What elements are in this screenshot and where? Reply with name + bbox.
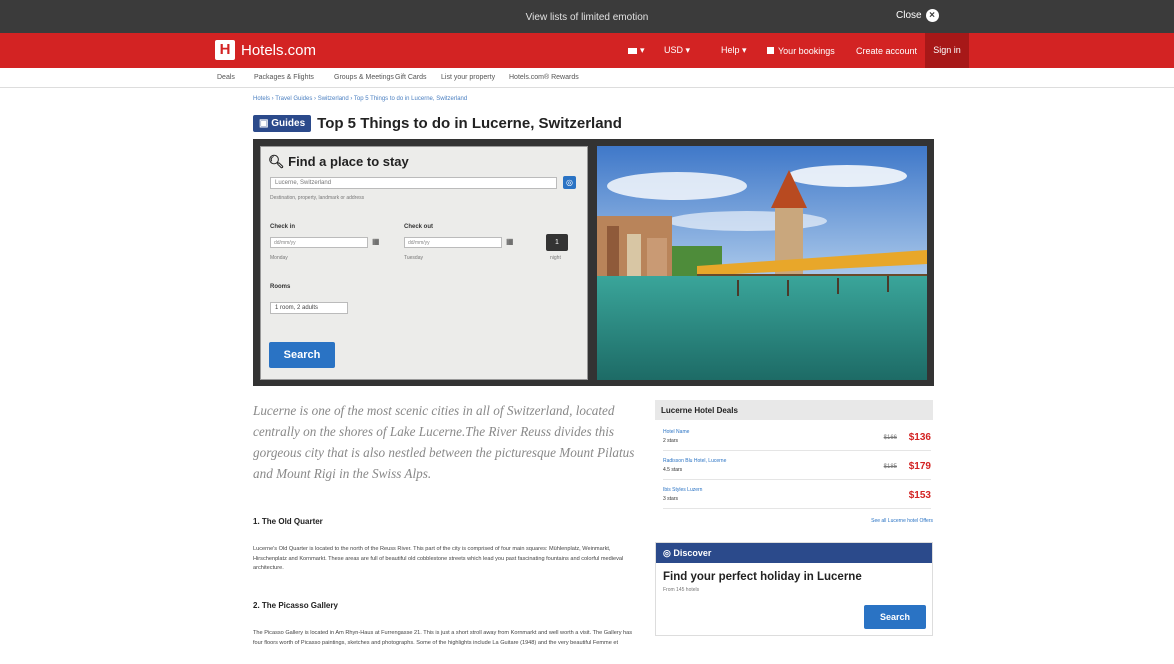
- section-paragraph: The Picasso Gallery is located in Am Rhy…: [253, 630, 633, 646]
- deal-hotel-name[interactable]: Radisson Blu Hotel, Lucerne: [663, 458, 726, 464]
- bookings-link[interactable]: Your bookings: [767, 33, 835, 68]
- discover-heading: Find your perfect holiday in Lucerne: [663, 571, 862, 583]
- flag-chevron: ▾: [640, 45, 645, 55]
- deal-hotel-name[interactable]: Ibis Styles Luzern: [663, 487, 702, 493]
- article-intro: Lucerne is one of the most scenic cities…: [253, 403, 635, 481]
- rooms-select[interactable]: 1 room, 2 adults: [270, 302, 348, 314]
- logo-text: Hotels.com: [241, 41, 317, 59]
- discover-search-button[interactable]: Search: [864, 605, 926, 629]
- deal-stars: 2 stars: [663, 438, 679, 444]
- site-header: H Hotels.com ▾ USD ▾ Help ▾ Your bookings…: [0, 33, 1174, 68]
- discover-title: Discover: [673, 548, 712, 558]
- deal-item[interactable]: Radisson Blu Hotel, Lucerne 4.5 stars $1…: [663, 455, 931, 480]
- subnav-groups[interactable]: Groups & Meetings: [334, 74, 394, 81]
- language-menu[interactable]: ▾: [628, 33, 645, 68]
- search-icon: ◎: [663, 548, 674, 558]
- create-account-label: Create account: [856, 45, 918, 56]
- checkout-label: Check out: [404, 224, 434, 230]
- section-paragraph: Lucerne's Old Quarter is located to the …: [253, 546, 624, 572]
- create-account-link[interactable]: Create account: [856, 33, 917, 68]
- promo-bar: View lists of limited emotion Close ×: [0, 0, 1174, 33]
- subnav-rewards[interactable]: Hotels.com® Rewards: [509, 74, 579, 81]
- checkin-label: Check in: [270, 224, 296, 230]
- search-title: 🔍︎ Find a place to stay: [268, 154, 409, 170]
- hotels-logo[interactable]: H Hotels.com: [215, 40, 316, 60]
- discover-panel: ◎ Discover Find your perfect holiday in …: [655, 542, 933, 636]
- help-label: Help ▾: [721, 45, 747, 55]
- destination-input[interactable]: Lucerne, Switzerland: [270, 177, 557, 189]
- section-heading: 1. The Old Quarter: [253, 517, 323, 526]
- close-icon: ×: [925, 9, 939, 22]
- deal-stars: 4.5 stars: [663, 467, 683, 473]
- nights-label: night: [550, 255, 561, 261]
- search-button[interactable]: Search: [269, 342, 335, 368]
- guides-label: Guides: [271, 118, 306, 129]
- deal-hotel-name[interactable]: Hotel Name: [663, 429, 689, 435]
- currency-menu[interactable]: USD ▾: [664, 33, 690, 68]
- guides-icon: ▣: [259, 118, 272, 129]
- breadcrumb[interactable]: Hotels › Travel Guides › Switzerland › T…: [253, 96, 467, 102]
- subnav-gift-cards[interactable]: Gift Cards: [395, 74, 427, 81]
- flag-icon: [628, 47, 637, 54]
- checkin-input[interactable]: dd/mm/yy: [270, 237, 368, 248]
- chapel-bridge-image: [597, 146, 927, 380]
- see-all-deals-link[interactable]: See all Lucerne hotel Offers: [871, 518, 933, 524]
- calendar-icon[interactable]: ▦: [372, 237, 380, 246]
- deal-price: $136: [908, 432, 931, 443]
- checkout-day: Tuesday: [404, 255, 423, 261]
- deal-price: $153: [908, 490, 931, 501]
- deal-item[interactable]: Ibis Styles Luzern 3 stars $153: [663, 484, 931, 509]
- deal-stars: 3 stars: [663, 496, 679, 502]
- hotel-deals-panel: Lucerne Hotel Deals Hotel Name 2 stars $…: [655, 400, 933, 530]
- discover-sub: From 145 hotels: [663, 587, 700, 593]
- close-label: Close: [896, 10, 922, 21]
- close-promo-button[interactable]: Close ×: [896, 9, 939, 22]
- checkin-day: Monday: [270, 255, 288, 261]
- destination-hint: Destination, property, landmark or addre…: [270, 195, 365, 201]
- location-icon[interactable]: ◎: [563, 176, 576, 189]
- currency-label: USD ▾: [664, 45, 691, 55]
- deal-old-price: $166: [883, 435, 897, 441]
- subnav-list-property[interactable]: List your property: [441, 74, 495, 81]
- checkout-input[interactable]: dd/mm/yy: [404, 237, 502, 248]
- deals-title: Lucerne Hotel Deals: [655, 400, 933, 420]
- sub-navigation: Deals Packages & Flights Groups & Meetin…: [0, 68, 1174, 88]
- help-menu[interactable]: Help ▾: [721, 33, 747, 68]
- subnav-packages[interactable]: Packages & Flights: [254, 74, 314, 81]
- sign-in-button[interactable]: Sign in: [925, 33, 969, 68]
- guide-title-row: ▣ Guides Top 5 Things to do in Lucerne, …: [253, 115, 622, 132]
- rooms-label: Rooms: [270, 284, 291, 290]
- search-icon: 🔍︎: [268, 154, 289, 169]
- guides-badge[interactable]: ▣ Guides: [253, 115, 312, 132]
- logo-icon: H: [215, 40, 235, 60]
- subnav-deals[interactable]: Deals: [217, 74, 235, 81]
- discover-header: ◎ Discover: [656, 543, 932, 563]
- deal-price: $179: [908, 461, 931, 472]
- page-title: Top 5 Things to do in Lucerne, Switzerla…: [317, 115, 622, 132]
- promo-message: View lists of limited emotion: [525, 12, 649, 23]
- lucerne-photo: [597, 146, 927, 380]
- search-title-text: Find a place to stay: [288, 154, 409, 169]
- deal-item[interactable]: Hotel Name 2 stars $166 $136: [663, 426, 931, 451]
- deal-old-price: $185: [883, 464, 897, 470]
- section-heading: 2. The Picasso Gallery: [253, 601, 338, 610]
- nights-count: 1: [546, 234, 568, 251]
- bookings-label: Your bookings: [778, 45, 835, 56]
- bookings-icon: [767, 47, 774, 54]
- calendar-icon[interactable]: ▦: [506, 237, 514, 246]
